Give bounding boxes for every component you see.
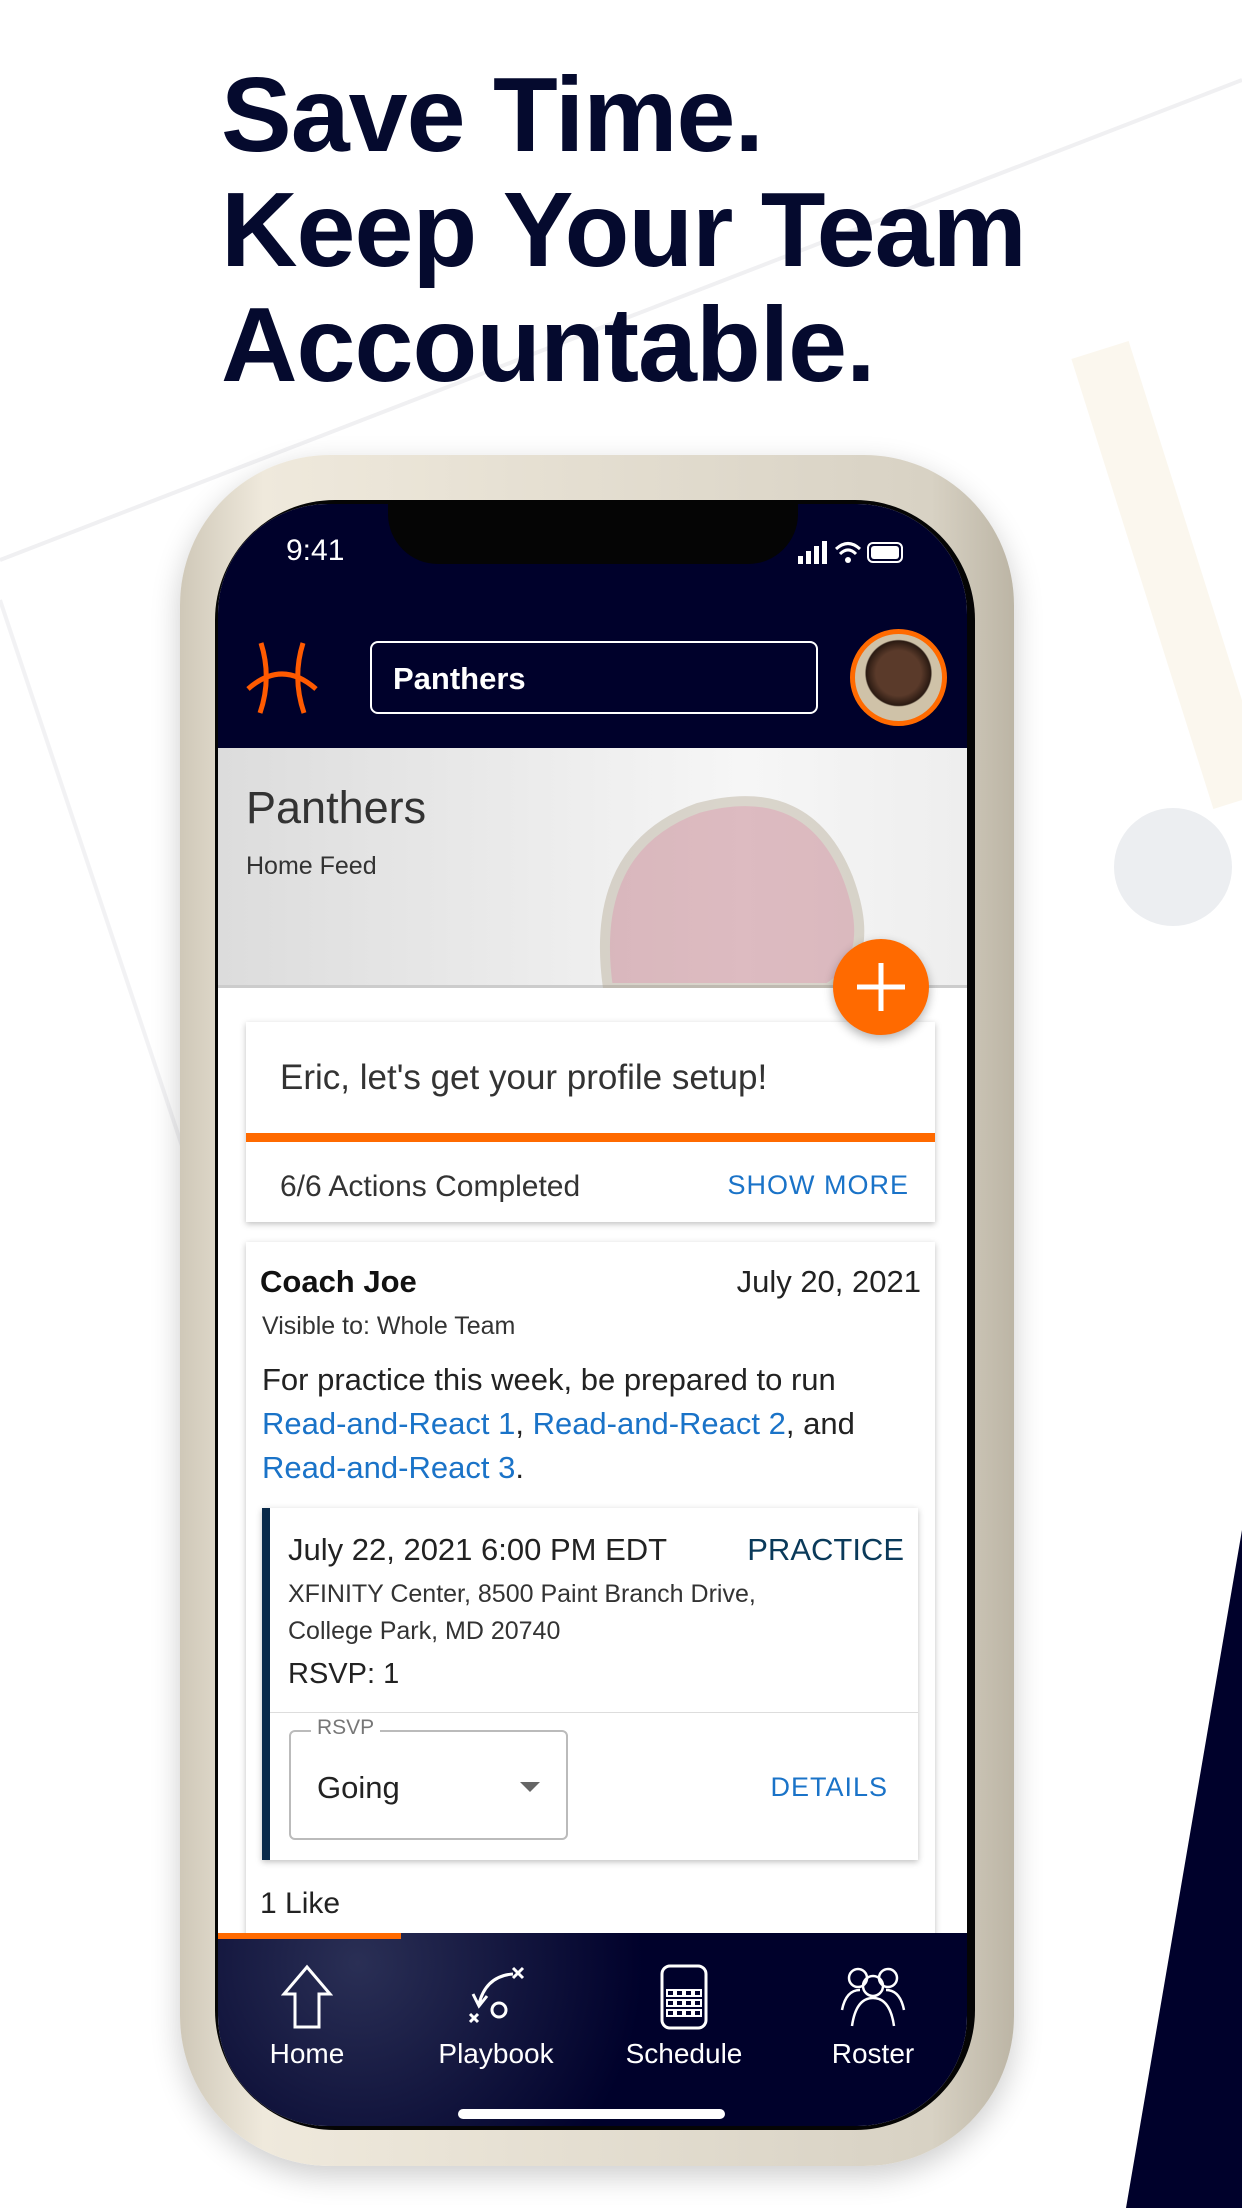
play-link[interactable]: Read-and-React 3	[262, 1450, 515, 1485]
status-time: 9:41	[286, 534, 345, 567]
profile-progress-text: 6/6 Actions Completed	[280, 1170, 581, 1203]
profile-setup-card: Eric, let's get your profile setup! 6/6 …	[246, 1022, 935, 1222]
post-body: For practice this week, be prepared to r…	[262, 1358, 922, 1490]
rsvp-select[interactable]: RSVP Going	[289, 1716, 568, 1840]
post-author: Coach Joe	[260, 1264, 417, 1299]
banner-subtitle: Home Feed	[246, 852, 377, 880]
tab-label: Roster	[831, 2038, 915, 2069]
tab-label: Playbook	[438, 2038, 554, 2069]
status-icons	[798, 541, 903, 564]
tab-label: Home	[269, 2038, 345, 2069]
app-screen: 9:41 Panthers Panthers Home Feed Eric, l…	[218, 504, 967, 2126]
tab-label: Schedule	[625, 2038, 743, 2069]
app-logo	[246, 642, 318, 714]
event-address: College Park, MD 20740	[288, 1617, 561, 1645]
rsvp-count: RSVP: 1	[288, 1658, 400, 1690]
tab-playbook[interactable]: Playbook	[406, 1964, 586, 2070]
headline-line: Accountable.	[221, 286, 876, 404]
tab-home[interactable]: Home	[218, 1964, 397, 2070]
play-link[interactable]: Read-and-React 2	[533, 1406, 786, 1441]
post-text: ,	[515, 1406, 533, 1441]
event-datetime: July 22, 2021 6:00 PM EDT	[288, 1532, 668, 1567]
like-count[interactable]: 1 Like	[260, 1887, 340, 1921]
home-icon	[281, 1964, 333, 2029]
post-card: Coach Joe July 20, 2021 Visible to: Whol…	[246, 1242, 935, 1962]
event-address: XFINITY Center, 8500 Paint Branch Drive,	[288, 1580, 756, 1608]
home-indicator	[458, 2109, 725, 2119]
event-card: July 22, 2021 6:00 PM EDT PRACTICE XFINI…	[262, 1508, 918, 1860]
post-visibility: Visible to: Whole Team	[262, 1312, 516, 1340]
add-post-button[interactable]	[833, 939, 929, 1035]
headline: Save Time. Keep Your Team Accountable.	[221, 56, 1027, 404]
tab-schedule[interactable]: Schedule	[594, 1964, 774, 2070]
tab-roster[interactable]: Roster	[783, 1964, 963, 2070]
chevron-down-icon	[520, 1782, 540, 1792]
profile-message: Eric, let's get your profile setup!	[280, 1058, 768, 1097]
user-avatar[interactable]	[850, 629, 947, 726]
headline-line: Save Time.	[221, 56, 764, 174]
team-select[interactable]: Panthers	[370, 641, 818, 714]
post-text: , and	[785, 1406, 855, 1441]
details-button[interactable]: DETAILS	[770, 1772, 888, 1803]
profile-progress-bar	[246, 1133, 935, 1142]
playbook-icon	[468, 1966, 525, 2024]
headline-line: Keep Your Team	[221, 171, 1027, 289]
notch	[388, 504, 798, 564]
play-link[interactable]: Read-and-React 1	[262, 1406, 515, 1441]
plus-icon	[857, 963, 905, 1011]
roster-icon	[840, 1967, 906, 2027]
post-date: July 20, 2021	[736, 1264, 921, 1299]
rsvp-value: Going	[317, 1770, 400, 1805]
banner-title: Panthers	[246, 782, 427, 833]
show-more-button[interactable]: SHOW MORE	[728, 1170, 910, 1201]
divider	[270, 1712, 918, 1713]
active-tab-indicator	[218, 1933, 401, 1939]
post-text: .	[515, 1450, 524, 1485]
calendar-icon	[660, 1964, 708, 2030]
post-text: For practice this week, be prepared to r…	[262, 1362, 836, 1397]
rsvp-label: RSVP	[311, 1716, 381, 1740]
event-type: PRACTICE	[747, 1532, 904, 1567]
